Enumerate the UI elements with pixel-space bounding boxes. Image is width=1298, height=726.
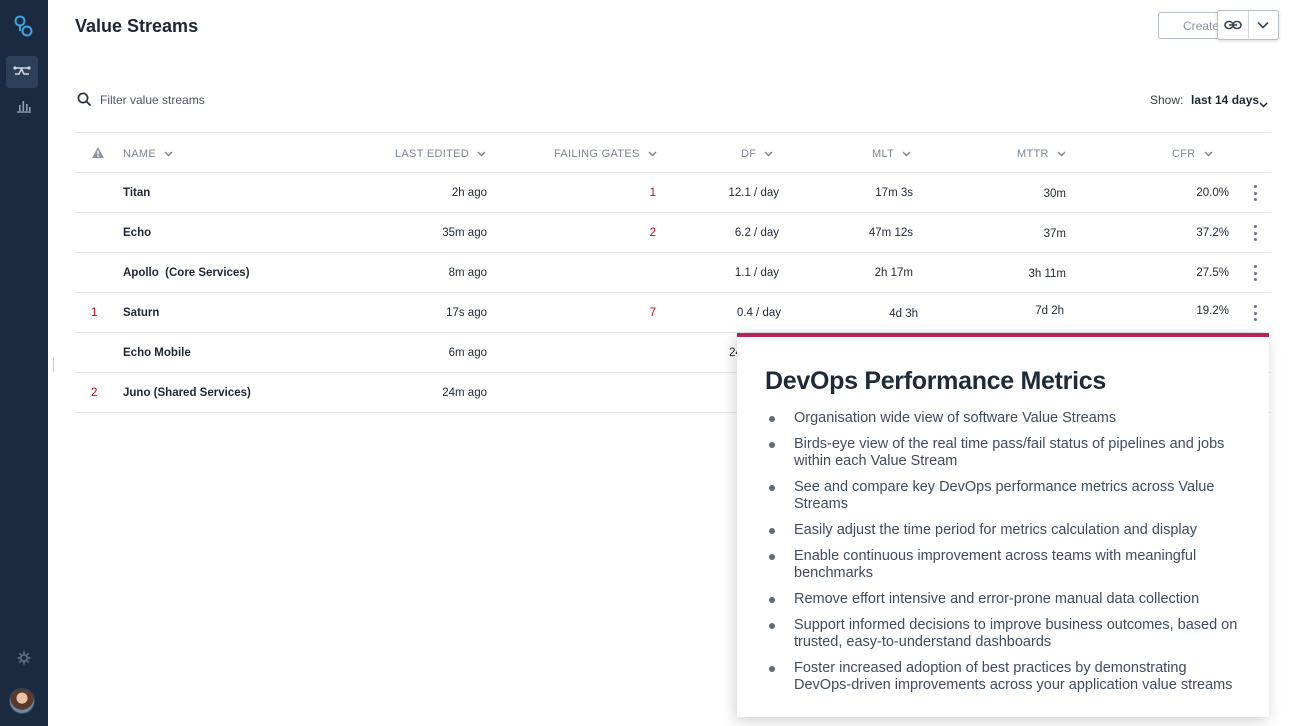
- stream-name[interactable]: Apollo (Core Services): [123, 267, 250, 279]
- more-options-icon[interactable]: [1252, 265, 1258, 281]
- column-header-label: LAST EDITED: [395, 148, 470, 160]
- column-header-mttr[interactable]: MTTR: [1017, 148, 1066, 160]
- page-title: Value Streams: [75, 16, 199, 36]
- df-value: 6.2 / day: [734, 227, 779, 239]
- user-avatar[interactable]: [9, 688, 35, 714]
- column-header-failing-gates[interactable]: FAILING GATES: [554, 148, 657, 160]
- last-edited: 2h ago: [451, 187, 487, 199]
- alert-count: 1: [91, 307, 98, 319]
- devops-metrics-panel: DevOps Performance Metrics Organisation …: [737, 333, 1269, 717]
- table-row[interactable]: 1 Saturn 17s ago 7 0.4 / day 4d 3h 7d 2h…: [75, 293, 1271, 333]
- stream-name[interactable]: Echo: [123, 227, 151, 239]
- cfr-value: 20.0%: [1196, 187, 1229, 199]
- failing-gates[interactable]: 7: [556, 307, 656, 319]
- sidebar: [0, 0, 48, 726]
- column-header-label: NAME: [123, 148, 156, 160]
- chevron-down-icon: [902, 148, 911, 160]
- panel-title: DevOps Performance Metrics: [765, 367, 1106, 395]
- chevron-down-icon: [1057, 148, 1066, 160]
- column-header-cfr[interactable]: CFR: [1172, 148, 1213, 160]
- mttr-value: 37m: [1043, 228, 1066, 240]
- list-item: Easily adjust the time period for metric…: [765, 522, 1245, 539]
- column-header-label: FAILING GATES: [554, 148, 640, 160]
- column-header-name[interactable]: NAME: [123, 148, 173, 160]
- list-item: Organisation wide view of software Value…: [765, 410, 1245, 427]
- list-item: See and compare key DevOps performance m…: [765, 479, 1245, 513]
- chevron-down-icon: [1204, 148, 1213, 160]
- mlt-value: 2h 17m: [874, 267, 913, 279]
- mttr-value: 7d 2h: [1035, 305, 1064, 317]
- more-options-icon[interactable]: [1252, 305, 1258, 321]
- chevron-down-icon[interactable]: [1259, 95, 1268, 113]
- chevron-down-icon: [764, 148, 773, 160]
- more-options-icon[interactable]: [1252, 225, 1258, 241]
- stream-name[interactable]: Echo Mobile: [123, 347, 191, 359]
- failing-gates[interactable]: 1: [556, 187, 656, 199]
- value-streams-nav-icon[interactable]: [6, 56, 38, 88]
- link-icon[interactable]: [1218, 11, 1248, 39]
- df-value: 0.4 / day: [736, 307, 781, 319]
- resize-handle[interactable]: [53, 358, 54, 372]
- column-header-label: MTTR: [1017, 148, 1049, 160]
- column-header-label: MLT: [872, 148, 895, 160]
- divider: [75, 132, 1271, 133]
- last-edited: 35m ago: [442, 227, 487, 239]
- search-icon: [77, 92, 92, 112]
- cfr-value: 19.2%: [1196, 305, 1229, 317]
- time-period-dropdown[interactable]: last 14 days: [1191, 93, 1259, 107]
- table-row[interactable]: Echo 35m ago 2 6.2 / day 47m 12s 37m 37.…: [75, 213, 1271, 253]
- stream-name[interactable]: Juno (Shared Services): [123, 387, 251, 399]
- table-row[interactable]: Apollo (Core Services) 8m ago 1.1 / day …: [75, 253, 1271, 293]
- mlt-value: 17m 3s: [875, 187, 913, 199]
- header-button-group: [1217, 10, 1279, 40]
- df-value: 12.1 / day: [728, 187, 779, 199]
- cfr-value: 37.2%: [1196, 227, 1229, 239]
- last-edited: 17s ago: [446, 307, 487, 319]
- chevron-down-icon: [164, 148, 173, 160]
- stream-name[interactable]: Titan: [123, 187, 150, 199]
- last-edited: 24m ago: [442, 387, 487, 399]
- list-item: Foster increased adoption of best practi…: [765, 660, 1245, 694]
- stream-name[interactable]: Saturn: [123, 307, 159, 319]
- column-header-label: DF: [741, 148, 757, 160]
- chevron-down-icon: [648, 148, 657, 160]
- feature-list: Organisation wide view of software Value…: [765, 410, 1245, 703]
- column-header-df[interactable]: DF: [741, 148, 773, 160]
- gear-icon[interactable]: [0, 642, 48, 674]
- chevron-down-icon: [477, 148, 486, 160]
- last-edited: 6m ago: [448, 347, 487, 359]
- mttr-value: 3h 11m: [1028, 268, 1066, 280]
- mlt-value: 47m 12s: [868, 227, 913, 239]
- mttr-value: 30m: [1043, 188, 1066, 200]
- column-header-label: CFR: [1172, 148, 1196, 160]
- column-header-mlt[interactable]: MLT: [872, 148, 911, 160]
- list-item: Support informed decisions to improve bu…: [765, 617, 1245, 651]
- list-item: Birds-eye view of the real time pass/fai…: [765, 436, 1245, 470]
- alert-column-icon: [91, 146, 105, 162]
- bar-chart-icon[interactable]: [0, 90, 48, 122]
- df-value: 1.1 / day: [734, 267, 779, 279]
- alert-count: 2: [91, 387, 98, 399]
- list-item: Remove effort intensive and error-prone …: [765, 591, 1245, 608]
- failing-gates[interactable]: 2: [556, 227, 656, 239]
- show-label: Show:: [1150, 93, 1184, 107]
- cfr-value: 27.5%: [1196, 267, 1229, 279]
- column-header-last-edited[interactable]: LAST EDITED: [395, 148, 486, 160]
- mlt-value: 4d 3h: [889, 308, 918, 320]
- filter-value-streams-input[interactable]: [100, 90, 400, 110]
- more-options-icon[interactable]: [1252, 185, 1258, 201]
- last-edited: 8m ago: [448, 267, 487, 279]
- table-row[interactable]: Titan 2h ago 1 12.1 / day 17m 3s 30m 20.…: [75, 173, 1271, 213]
- chevron-down-icon[interactable]: [1247, 11, 1278, 39]
- list-item: Enable continuous improvement across tea…: [765, 548, 1245, 582]
- app-logo-icon[interactable]: [0, 10, 48, 42]
